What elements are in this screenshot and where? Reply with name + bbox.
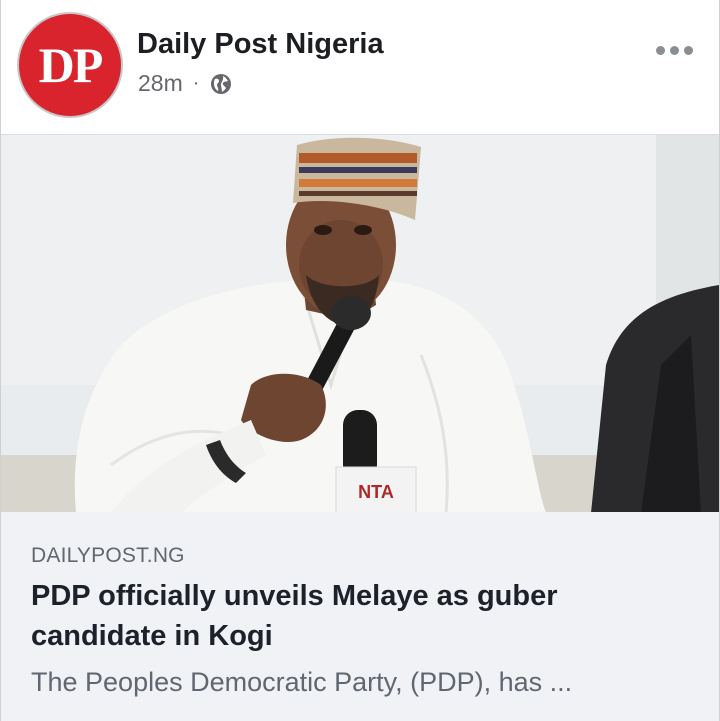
post-photo-illustration: NTA xyxy=(1,135,719,513)
link-preview-card[interactable]: DAILYPOST.NG PDP officially unveils Mela… xyxy=(1,512,719,721)
avatar-logo-text: DP xyxy=(38,37,104,93)
mic-flag-logo: NTA xyxy=(358,482,394,502)
globe-icon xyxy=(209,72,233,96)
post-meta: 28m · xyxy=(138,70,233,97)
more-options-icon[interactable] xyxy=(652,42,697,59)
link-description: The Peoples Democratic Party, (PDP), has… xyxy=(31,667,573,697)
page-avatar[interactable]: DP xyxy=(19,14,121,116)
post-timestamp[interactable]: 28m xyxy=(138,70,183,97)
link-domain: DAILYPOST.NG xyxy=(31,544,185,567)
post-header: DP Daily Post Nigeria 28m · xyxy=(1,0,719,134)
post-image[interactable]: NTA xyxy=(1,134,719,513)
meta-separator: · xyxy=(192,72,200,94)
page-name[interactable]: Daily Post Nigeria xyxy=(137,28,384,61)
feed-post: DP Daily Post Nigeria 28m · NTA DAILYPOS… xyxy=(0,0,720,721)
link-headline[interactable]: PDP officially unveils Melaye as guber c… xyxy=(31,576,691,656)
